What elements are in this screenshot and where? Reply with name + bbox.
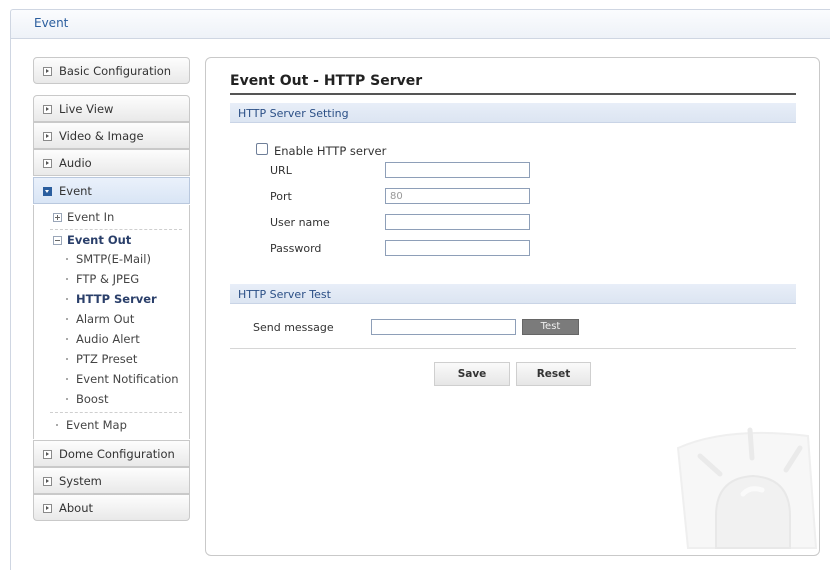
- port-input[interactable]: [385, 188, 530, 204]
- submenu-event-in[interactable]: Event In: [67, 210, 114, 224]
- bullet-icon: [66, 258, 68, 260]
- expand-arrow-icon: [43, 504, 52, 513]
- submenu-event-map[interactable]: Event Map: [66, 418, 127, 432]
- expand-arrow-icon: [43, 477, 52, 486]
- url-input[interactable]: [385, 162, 530, 178]
- password-label: Password: [270, 242, 322, 255]
- expand-arrow-icon: [43, 132, 52, 141]
- expand-arrow-icon: [43, 450, 52, 459]
- top-header-bar: Event: [10, 9, 830, 39]
- enable-http-server-label: Enable HTTP server: [274, 144, 387, 158]
- title-underline: [230, 93, 796, 95]
- user-name-input[interactable]: [385, 214, 530, 230]
- user-name-label: User name: [270, 216, 330, 229]
- header-title: Event: [34, 16, 69, 30]
- bullet-icon: [66, 278, 68, 280]
- page-title: Event Out - HTTP Server: [230, 73, 423, 89]
- send-message-label: Send message: [253, 321, 334, 334]
- submenu-event-out[interactable]: Event Out: [67, 233, 131, 247]
- section-http-server-test: HTTP Server Test: [230, 284, 796, 304]
- submenu-audio-alert[interactable]: Audio Alert: [76, 332, 140, 346]
- nav-about[interactable]: About: [33, 494, 190, 521]
- bullet-icon: [66, 298, 68, 300]
- submenu-event-notification[interactable]: Event Notification: [76, 372, 179, 386]
- nav-video-image[interactable]: Video & Image: [33, 122, 190, 149]
- enable-http-server-checkbox[interactable]: [256, 143, 268, 155]
- submenu-ptz-preset[interactable]: PTZ Preset: [76, 352, 137, 366]
- section-http-server-setting: HTTP Server Setting: [230, 103, 796, 123]
- alarm-light-icon: [676, 427, 818, 549]
- bullet-icon: [66, 338, 68, 340]
- collapse-arrow-icon: [43, 187, 52, 196]
- save-button[interactable]: Save: [434, 362, 510, 386]
- expand-arrow-icon: [43, 105, 52, 114]
- bullet-icon: [66, 398, 68, 400]
- submenu-alarm-out[interactable]: Alarm Out: [76, 312, 134, 326]
- password-input[interactable]: [385, 240, 530, 256]
- submenu-http-server[interactable]: HTTP Server: [76, 292, 157, 306]
- minus-icon[interactable]: [53, 236, 62, 245]
- divider: [50, 412, 182, 413]
- nav-event[interactable]: Event: [33, 177, 190, 204]
- test-button[interactable]: Test: [522, 319, 579, 335]
- send-message-input[interactable]: [371, 319, 516, 335]
- url-label: URL: [270, 164, 292, 177]
- reset-button[interactable]: Reset: [516, 362, 591, 386]
- bullet-icon: [66, 318, 68, 320]
- bullet-icon: [66, 378, 68, 380]
- nav-live-view[interactable]: Live View: [33, 95, 190, 122]
- divider: [230, 348, 796, 349]
- bullet-icon: [66, 358, 68, 360]
- bullet-icon: [56, 424, 58, 426]
- expand-arrow-icon: [43, 67, 52, 76]
- submenu-smtp[interactable]: SMTP(E-Mail): [76, 252, 151, 266]
- nav-dome-configuration[interactable]: Dome Configuration: [33, 440, 190, 467]
- nav-basic-configuration[interactable]: Basic Configuration: [33, 57, 190, 84]
- plus-icon[interactable]: [53, 213, 62, 222]
- nav-system[interactable]: System: [33, 467, 190, 494]
- expand-arrow-icon: [43, 159, 52, 168]
- submenu-ftp-jpeg[interactable]: FTP & JPEG: [76, 272, 139, 286]
- divider: [50, 229, 182, 230]
- submenu-boost[interactable]: Boost: [76, 392, 108, 406]
- port-label: Port: [270, 190, 292, 203]
- nav-audio[interactable]: Audio: [33, 149, 190, 176]
